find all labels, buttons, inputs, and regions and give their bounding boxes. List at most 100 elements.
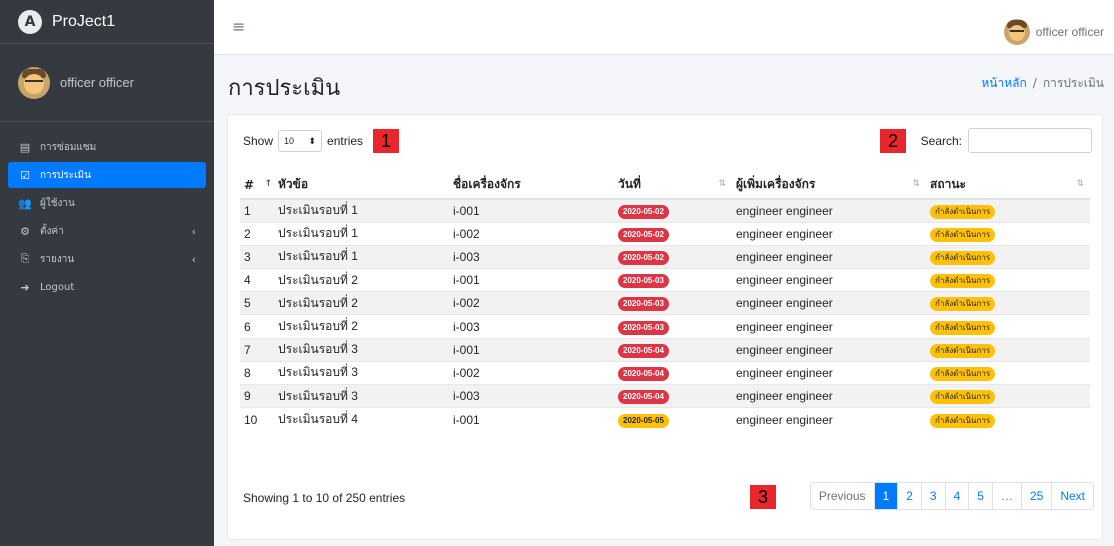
entries-length-control: Show 10 ⬍ entries (243, 130, 363, 152)
status-badge: กำลังดำเนินการ (930, 274, 996, 289)
sidebar-item-label: การประเมิน (40, 169, 91, 181)
cell-no: 1 (240, 198, 274, 223)
column-header-date[interactable]: วันที่ ⇅ (614, 171, 732, 200)
page-link-prev[interactable]: Previous (811, 483, 874, 509)
avatar (1003, 19, 1030, 45)
cell-no: 3 (240, 244, 274, 269)
cell-machine: i-002 (449, 360, 614, 385)
table-row[interactable]: 7 ประเมินรอบที่ 3 i-001 2020-05-04 engineer … (240, 337, 1090, 362)
cell-topic: ประเมินรอบที่ 2 (274, 268, 449, 292)
cell-status: กำลังดำเนินการ (926, 337, 1090, 362)
search-input[interactable] (968, 128, 1092, 153)
sidebar-item-5[interactable]: ➜ Logout (8, 274, 206, 300)
chevron-left-icon: ‹ (191, 224, 196, 238)
cell-topic: ประเมินรอบที่ 1 (274, 198, 449, 223)
table-header-row: # ↑ หัวข้อ ชื่อเครื่องจักร วันที่ ⇅ ผู้เพิ… (240, 171, 1090, 200)
status-badge: กำลังดำเนินการ (930, 204, 996, 219)
cell-no: 7 (240, 337, 274, 362)
evaluation-card: Show 10 ⬍ entries 1 2 Search: # ↑ หัวข้อ … (228, 115, 1102, 539)
column-header-added-by[interactable]: ผู้เพิ่มเครื่องจักร ⇅ (732, 171, 926, 200)
date-badge: 2020-05-03 (618, 320, 669, 335)
page-link-ellipsis: … (991, 483, 1021, 509)
cell-added-by: engineer engineer (732, 360, 926, 385)
page-link-1[interactable]: 1 (873, 483, 898, 509)
sign-out-icon: ➜ (20, 280, 30, 294)
table-info: Showing 1 to 10 of 250 entries (243, 491, 406, 505)
cell-status: กำลังดำเนินการ (926, 198, 1090, 223)
sidebar-item-1[interactable]: ☑ การประเมิน (8, 162, 206, 188)
search-label: Search: (920, 133, 962, 148)
evaluation-table: # ↑ หัวข้อ ชื่อเครื่องจักร วันที่ ⇅ ผู้เพิ… (240, 171, 1090, 431)
status-badge: กำลังดำเนินการ (930, 343, 996, 358)
top-navbar: ≡ officer officer (214, 0, 1114, 55)
page-link-4[interactable]: 4 (944, 483, 969, 509)
date-badge: 2020-05-03 (618, 297, 669, 312)
sidebar-item-4[interactable]: ⎘ รายงาน ‹ (8, 246, 206, 272)
table-row[interactable]: 10 ประเมินรอบที่ 4 i-001 2020-05-05 engineer… (240, 407, 1090, 431)
cell-date: 2020-05-04 (614, 360, 732, 385)
brand-link[interactable]: A ProJect1 (0, 0, 214, 44)
cell-topic: ประเมินรอบที่ 3 (274, 383, 449, 408)
annotation-marker-3: 3 (750, 485, 776, 509)
cell-date: 2020-05-03 (614, 291, 732, 315)
cell-topic: ประเมินรอบที่ 3 (274, 337, 449, 362)
sidebar-item-3[interactable]: ⚙ ตั้งค่า ‹ (8, 218, 206, 244)
user-menu[interactable]: officer officer (1003, 19, 1104, 45)
sidebar: A ProJect1 officer officer ▤ การซ่อมแซม ☑ ก… (0, 0, 214, 546)
column-header-machine[interactable]: ชื่อเครื่องจักร (449, 171, 614, 200)
page-link-3[interactable]: 3 (920, 483, 945, 509)
table-row[interactable]: 9 ประเมินรอบที่ 3 i-003 2020-05-04 engineer … (240, 383, 1090, 408)
cell-machine: i-003 (449, 244, 614, 269)
cell-added-by: engineer engineer (732, 198, 926, 223)
status-badge: กำลังดำเนินการ (930, 366, 996, 381)
select-arrows-icon: ⬍ (308, 135, 317, 146)
page-link-25[interactable]: 25 (1020, 483, 1051, 509)
page-link-5[interactable]: 5 (968, 483, 992, 509)
status-badge: กำลังดำเนินการ (930, 390, 996, 405)
hamburger-menu-icon[interactable]: ≡ (232, 19, 245, 35)
table-row[interactable]: 2 ประเมินรอบที่ 1 i-002 2020-05-02 engineer … (240, 221, 1090, 246)
avatar (18, 66, 50, 99)
sidebar-nav: ▤ การซ่อมแซม ☑ การประเมิน 👥 ผู้ใช้งาน ⚙ ตั้งค่า… (0, 122, 214, 300)
date-badge: 2020-05-04 (618, 390, 669, 405)
column-header-no[interactable]: # ↑ (240, 171, 274, 200)
cell-no: 4 (240, 268, 274, 292)
sidebar-item-label: การซ่อมแซม (40, 141, 97, 153)
cell-date: 2020-05-03 (614, 268, 732, 292)
entries-select[interactable]: 10 ⬍ (278, 130, 323, 152)
column-header-status[interactable]: สถานะ ⇅ (926, 171, 1090, 200)
cell-machine: i-002 (449, 291, 614, 315)
breadcrumb-current: การประเมิน (1042, 76, 1104, 90)
page-link-next[interactable]: Next (1051, 483, 1093, 509)
check-square-icon: ☑ (20, 168, 30, 182)
sidebar-item-0[interactable]: ▤ การซ่อมแซม (8, 134, 206, 160)
cell-machine: i-001 (449, 268, 614, 292)
user-panel[interactable]: officer officer (0, 44, 214, 122)
sidebar-item-label: ตั้งค่า (40, 225, 64, 237)
breadcrumb-home-link[interactable]: หน้าหลัก (981, 76, 1026, 90)
sidebar-item-label: ผู้ใช้งาน (40, 197, 75, 209)
table-row[interactable]: 4 ประเมินรอบที่ 2 i-001 2020-05-03 engineer … (240, 268, 1090, 292)
table-row[interactable]: 1 ประเมินรอบที่ 1 i-001 2020-05-02 engineer … (240, 198, 1090, 223)
cell-added-by: engineer engineer (732, 244, 926, 269)
cell-date: 2020-05-03 (614, 314, 732, 339)
table-row[interactable]: 3 ประเมินรอบที่ 1 i-003 2020-05-02 engineer … (240, 244, 1090, 269)
table-row[interactable]: 8 ประเมินรอบที่ 3 i-002 2020-05-04 engineer … (240, 360, 1090, 385)
pdf-file-icon: ⎘ (20, 252, 30, 265)
table-row[interactable]: 6 ประเมินรอบที่ 2 i-003 2020-05-03 engineer … (240, 314, 1090, 339)
date-badge: 2020-05-02 (618, 250, 669, 265)
entries-label: entries (327, 134, 364, 148)
brand-name: ProJect1 (52, 12, 116, 30)
sidebar-item-2[interactable]: 👥 ผู้ใช้งาน (8, 190, 206, 216)
cell-status: กำลังดำเนินการ (926, 383, 1090, 408)
chevron-left-icon: ‹ (191, 252, 196, 266)
table-row[interactable]: 5 ประเมินรอบที่ 2 i-002 2020-05-03 engineer … (240, 291, 1090, 315)
search-control: Search: (921, 128, 1092, 153)
page-title: การประเมิน (228, 76, 341, 101)
cell-added-by: engineer engineer (732, 314, 926, 339)
cell-no: 8 (240, 360, 274, 385)
page-link-2[interactable]: 2 (897, 483, 921, 509)
cell-machine: i-001 (449, 198, 614, 223)
column-header-topic[interactable]: หัวข้อ (274, 171, 449, 200)
cell-machine: i-003 (449, 383, 614, 408)
